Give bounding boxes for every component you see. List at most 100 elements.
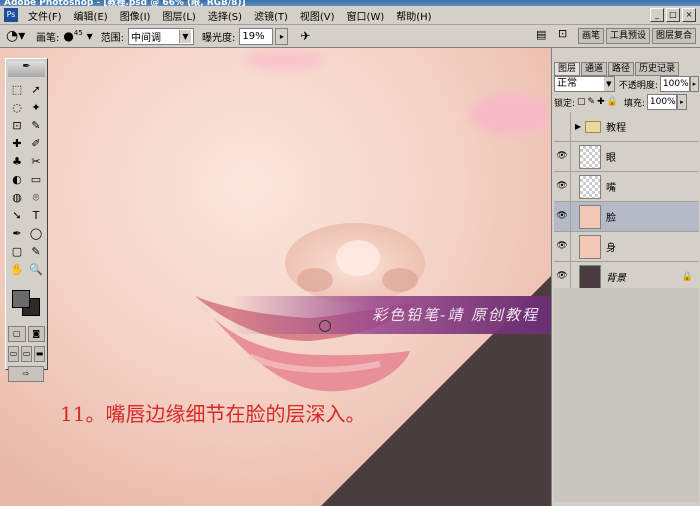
visibility-toggle-off[interactable] — [554, 112, 571, 141]
menu-view[interactable]: 视图(V) — [294, 8, 341, 23]
cheek-blush-right — [470, 94, 550, 134]
lock-icons[interactable]: ▢✎✚🔒 — [577, 97, 620, 107]
eye-icon[interactable]: 👁 — [554, 232, 571, 261]
gradient-tool-icon[interactable]: ▭ — [27, 171, 45, 188]
opacity-slider-button[interactable]: ▸ — [689, 76, 699, 92]
fill-label: 填充: — [623, 98, 645, 109]
layer-name: 教程 — [606, 123, 627, 134]
eye-icon[interactable]: 👁 — [554, 262, 571, 291]
clone-stamp-tool-icon[interactable]: ♣ — [8, 153, 26, 170]
airbrush-icon[interactable]: ✈ — [300, 29, 310, 43]
layer-name: 身 — [606, 243, 616, 254]
crop-tool-icon[interactable]: ⊡ — [8, 117, 26, 134]
expand-triangle-icon[interactable]: ▶ — [575, 122, 581, 131]
menu-help[interactable]: 帮助(H) — [390, 8, 437, 23]
palette-tab-layer-comps[interactable]: 图层复合 — [651, 28, 696, 44]
ps-logo-icon: Ps — [4, 8, 18, 22]
folder-icon — [585, 120, 602, 133]
palette-tab-tool-presets[interactable]: 工具预设 — [605, 28, 650, 44]
blur-tool-icon[interactable]: ◍ — [8, 189, 26, 206]
tool-preset-icon[interactable]: ▤ — [536, 28, 550, 42]
eraser-tool-icon[interactable]: ◐ — [8, 171, 26, 188]
document-canvas[interactable]: 彩色铅笔-靖 原创教程 11。嘴唇边缘细节在脸的层深入。 — [0, 48, 551, 506]
foreground-color-swatch[interactable] — [12, 290, 30, 308]
watermark-text: 彩色铅笔-靖 原创教程 — [372, 306, 539, 324]
panel-tabs: 图层 通道 路径 历史记录 — [554, 62, 680, 76]
toolbox-header-feather-icon[interactable]: ✒ — [8, 61, 45, 77]
close-button[interactable]: × — [682, 8, 696, 22]
range-select[interactable]: 中间调 ▼ — [128, 27, 194, 45]
fill-slider-button[interactable]: ▸ — [676, 94, 687, 110]
hand-tool-icon[interactable]: ✋ — [8, 261, 26, 278]
brush-picker[interactable]: ●45 ▾ — [63, 29, 92, 43]
layer-name: 眼 — [606, 153, 616, 164]
pen-tool-icon[interactable]: ✒ — [8, 225, 26, 242]
quick-mask-modes: ▢ ◙ — [6, 324, 47, 344]
exposure-slider-button[interactable]: ▸ — [275, 27, 289, 45]
layer-row[interactable]: 👁 身 — [554, 232, 699, 262]
menu-image[interactable]: 图像(I) — [114, 8, 157, 23]
screen-mode-full-icon[interactable]: ▬ — [34, 346, 45, 362]
brush-cursor — [319, 320, 331, 332]
eye-icon[interactable]: 👁 — [554, 142, 571, 171]
menu-select[interactable]: 选择(S) — [202, 8, 248, 23]
slice-tool-icon[interactable]: ✎ — [27, 117, 45, 134]
minimize-button[interactable]: _ — [650, 8, 664, 22]
layer-thumbnail — [579, 204, 601, 229]
lock-label: 锁定: — [554, 98, 576, 109]
blend-mode-value: 正常 — [557, 78, 577, 89]
tab-paths[interactable]: 路径 — [608, 62, 635, 76]
screen-mode-full-menu-icon[interactable]: ▭ — [21, 346, 32, 362]
cheek-blush-left — [245, 50, 325, 70]
brush-label: 画笔: — [36, 32, 60, 44]
healing-brush-tool-icon[interactable]: ✚ — [8, 135, 26, 152]
brush-size: 45 — [73, 29, 83, 37]
layer-thumbnail — [579, 174, 601, 199]
tab-history[interactable]: 历史记录 — [635, 62, 680, 76]
layer-row-folder[interactable]: ▶ 教程 — [554, 112, 699, 142]
palette-tab-brushes[interactable]: 画笔 — [577, 28, 604, 44]
eye-icon[interactable]: 👁 — [554, 202, 571, 231]
imageready-icon[interactable]: ⇨ — [8, 366, 44, 382]
tab-layers[interactable]: 图层 — [554, 62, 581, 76]
color-swatches — [8, 282, 45, 322]
menu-window[interactable]: 窗口(W) — [341, 8, 391, 23]
eye-icon[interactable]: 👁 — [554, 172, 571, 201]
range-label: 范围: — [100, 32, 124, 44]
screen-modes: ▭ ▭ ▬ — [6, 344, 47, 364]
notes-tool-icon[interactable]: ▢ — [8, 243, 26, 260]
history-brush-tool-icon[interactable]: ✂ — [27, 153, 45, 170]
menu-edit[interactable]: 编辑(E) — [68, 8, 114, 23]
restore-button[interactable]: □ — [666, 8, 680, 22]
brush-tool-icon[interactable]: ✐ — [27, 135, 45, 152]
dodge-tool-icon[interactable]: ⌾ — [27, 189, 45, 206]
layer-name: 脸 — [606, 213, 616, 224]
magic-wand-tool-icon[interactable]: ✦ — [27, 99, 45, 116]
zoom-tool-icon[interactable]: 🔍 — [27, 261, 45, 278]
marquee-tool-icon[interactable]: ⬚ — [8, 81, 26, 98]
type-tool-icon[interactable]: T — [27, 207, 45, 224]
chevron-down-icon: ▼ — [179, 29, 191, 43]
file-browser-icon[interactable]: ⊡ — [558, 27, 574, 43]
opacity-input[interactable]: 100% — [659, 76, 690, 92]
lasso-tool-icon[interactable]: ◌ — [8, 99, 26, 116]
path-select-tool-icon[interactable]: ➘ — [8, 207, 26, 224]
fill-input[interactable]: 100% — [646, 94, 677, 110]
eyedropper-tool-icon[interactable]: ✎ — [27, 243, 45, 260]
shape-tool-icon[interactable]: ◯ — [27, 225, 45, 242]
menu-file[interactable]: 文件(F) — [22, 8, 68, 23]
layer-row[interactable]: 👁 眼 — [554, 142, 699, 172]
layer-thumbnail — [579, 234, 601, 259]
menu-filter[interactable]: 滤镜(T) — [248, 8, 294, 23]
tab-channels[interactable]: 通道 — [581, 62, 608, 76]
exposure-input[interactable]: 19% — [239, 27, 274, 45]
move-tool-icon[interactable]: ➚ — [27, 81, 45, 98]
standard-mode-icon[interactable]: ▢ — [8, 326, 26, 342]
menu-layer[interactable]: 图层(L) — [156, 8, 201, 23]
layer-row-selected[interactable]: 👁 脸 — [554, 202, 699, 232]
layer-row[interactable]: 👁 嘴 — [554, 172, 699, 202]
blend-mode-select[interactable]: 正常 ▼ — [554, 76, 615, 92]
screen-mode-standard-icon[interactable]: ▭ — [8, 346, 19, 362]
quick-mask-icon[interactable]: ◙ — [27, 326, 45, 342]
dodge-tool-icon[interactable]: ◔▾ — [6, 27, 28, 45]
